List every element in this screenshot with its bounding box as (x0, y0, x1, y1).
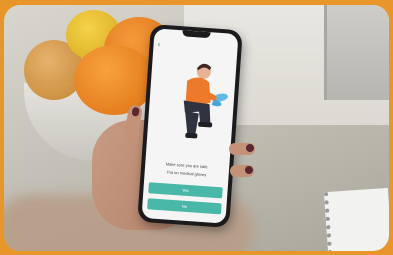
smartphone: ‹ Make sure you are safe. Put on medical… (137, 24, 243, 228)
notebook (323, 187, 389, 251)
phone-screen: ‹ Make sure you are safe. Put on medical… (141, 28, 239, 224)
first-aid-illustration (183, 63, 229, 139)
fingernail (245, 166, 253, 174)
phone-notch (182, 30, 211, 39)
yes-button[interactable]: Yes (148, 182, 223, 199)
fruit (74, 45, 154, 115)
back-icon[interactable]: ‹ (157, 40, 160, 49)
laptop (324, 5, 389, 100)
finger (229, 143, 255, 155)
finger (230, 165, 254, 177)
fingernail (131, 106, 140, 117)
photo-frame: ‹ Make sure you are safe. Put on medical… (4, 5, 389, 251)
fingernail (246, 144, 254, 152)
no-button[interactable]: No (147, 198, 222, 215)
